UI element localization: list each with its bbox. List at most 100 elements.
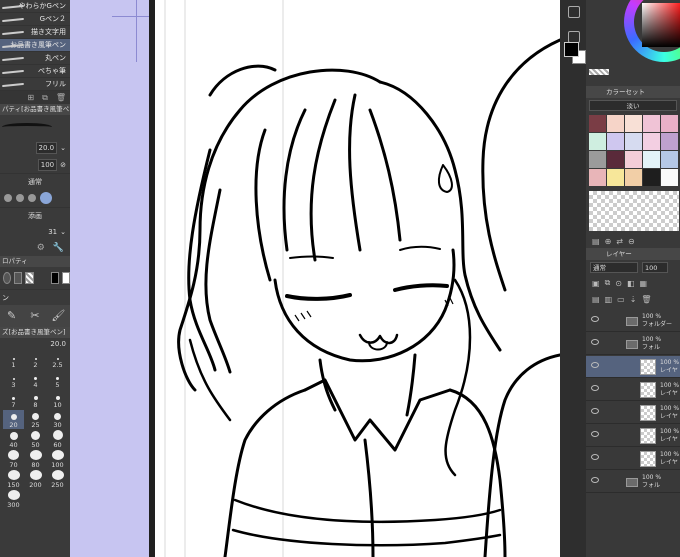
layer-row[interactable]: 100 % レイヤ bbox=[586, 425, 680, 447]
eye-icon[interactable] bbox=[591, 362, 599, 368]
chevron-down-icon[interactable]: ⌄ bbox=[60, 144, 66, 152]
brush-size-option[interactable]: 50 bbox=[25, 430, 46, 449]
wrench-icon[interactable]: 🔧 bbox=[53, 243, 64, 253]
brush-item[interactable]: 丸ペン bbox=[0, 52, 70, 65]
color-swatch[interactable] bbox=[607, 169, 624, 186]
layer-row[interactable]: 100 % レイヤ bbox=[586, 379, 680, 401]
color-swatch[interactable] bbox=[625, 133, 642, 150]
color-swatch[interactable] bbox=[625, 169, 642, 186]
brush-item[interactable]: フリル bbox=[0, 78, 70, 91]
color-swatch[interactable] bbox=[661, 133, 678, 150]
brush-icon[interactable]: 🖌 bbox=[51, 309, 65, 323]
eye-icon[interactable] bbox=[591, 385, 599, 391]
brush-size-option[interactable]: 40 bbox=[3, 430, 24, 449]
blend-mode-select[interactable]: 通常 bbox=[0, 173, 70, 189]
brush-size-option[interactable]: 30 bbox=[47, 410, 68, 429]
delete-color-icon[interactable]: ⊖ bbox=[628, 237, 635, 246]
empty-swatch-area[interactable] bbox=[589, 191, 679, 231]
square-icon[interactable] bbox=[14, 272, 23, 284]
brush-item[interactable]: ぺちゃ筆 bbox=[0, 65, 70, 78]
brush-size-option[interactable]: 2.5 bbox=[47, 350, 68, 369]
color-swatch[interactable] bbox=[661, 169, 678, 186]
layer-row[interactable]: 100 % レイヤ bbox=[586, 356, 680, 378]
eye-icon[interactable] bbox=[591, 431, 599, 437]
lock-icon[interactable]: ▣ bbox=[592, 279, 600, 288]
eye-icon[interactable] bbox=[591, 316, 599, 322]
layer-opacity[interactable]: 100 bbox=[642, 261, 668, 273]
brush-size-option[interactable]: 150 bbox=[3, 470, 24, 489]
opacity-input[interactable]: 100 bbox=[37, 158, 58, 171]
vector-layer-icon[interactable]: ▥ bbox=[605, 295, 613, 304]
add-color-icon[interactable]: ⊕ bbox=[605, 237, 612, 246]
layer-row[interactable]: 100 % レイヤ bbox=[586, 402, 680, 424]
brush-size-option[interactable]: 4 bbox=[25, 370, 46, 389]
color-swatch[interactable] bbox=[643, 151, 660, 168]
brush-size-input[interactable]: 20.0 bbox=[35, 141, 58, 154]
eye-icon[interactable] bbox=[591, 339, 599, 345]
brush-size-option[interactable]: 20 bbox=[3, 410, 24, 429]
eye-icon[interactable] bbox=[591, 408, 599, 414]
layer-folder-row[interactable]: 100 % フォル bbox=[586, 333, 680, 355]
color-swatch[interactable] bbox=[607, 151, 624, 168]
brush-size-option[interactable]: 100 bbox=[47, 450, 68, 469]
merge-icon[interactable]: ⇣ bbox=[630, 295, 637, 304]
layer-folder-row[interactable]: 100 % フォル bbox=[586, 471, 680, 493]
brush-size-option[interactable]: 300 bbox=[3, 490, 24, 509]
main-color-swatch[interactable] bbox=[50, 272, 59, 284]
color-swatch[interactable] bbox=[625, 115, 642, 132]
color-swatch[interactable] bbox=[607, 133, 624, 150]
layer-folder-row[interactable]: 100 % フォルダー bbox=[586, 310, 680, 332]
palette-icon[interactable]: ▤ bbox=[592, 237, 600, 246]
folder-icon[interactable]: ▭ bbox=[617, 295, 625, 304]
brush-size-option[interactable]: 70 bbox=[3, 450, 24, 469]
brush-size-option[interactable]: 7 bbox=[3, 390, 24, 409]
chevron-down-icon[interactable]: ⌄ bbox=[60, 228, 66, 236]
anti-alias-label[interactable]: 添画 bbox=[0, 207, 70, 223]
colorset-select[interactable]: 淡い bbox=[589, 100, 677, 111]
brush-size-option[interactable]: 1 bbox=[3, 350, 24, 369]
delete-layer-icon[interactable]: 🗑 bbox=[641, 295, 651, 304]
brush-size-option[interactable]: 3 bbox=[3, 370, 24, 389]
duplicate-brush-icon[interactable]: ⧉ bbox=[42, 93, 48, 103]
brush-size-option[interactable]: 200 bbox=[25, 470, 46, 489]
drawing-canvas[interactable] bbox=[155, 0, 560, 557]
anti-alias-medium[interactable] bbox=[28, 194, 36, 202]
brush-item-selected[interactable]: お品書き風筆ペン bbox=[0, 39, 70, 52]
anti-alias-strong[interactable] bbox=[40, 192, 52, 204]
replace-color-icon[interactable]: ⇄ bbox=[616, 237, 623, 246]
color-swatch[interactable] bbox=[643, 133, 660, 150]
brush-size-option[interactable]: 8 bbox=[25, 390, 46, 409]
color-swatch[interactable] bbox=[589, 151, 606, 168]
anti-alias-weak[interactable] bbox=[16, 194, 24, 202]
brush-size-option[interactable]: 250 bbox=[47, 470, 68, 489]
brush-size-option[interactable]: 80 bbox=[25, 450, 46, 469]
foreground-color[interactable] bbox=[564, 42, 579, 57]
layer-blend-select[interactable]: 通常 bbox=[590, 261, 638, 273]
brush-item[interactable]: 描き文字用 bbox=[0, 26, 70, 39]
brush-item[interactable]: やわらかGペン bbox=[0, 0, 70, 13]
settings-icon[interactable]: ⚙ bbox=[37, 243, 45, 253]
mask-icon[interactable]: ◧ bbox=[627, 279, 635, 288]
color-swatch[interactable] bbox=[607, 115, 624, 132]
stabilizer-value[interactable]: 31 bbox=[48, 228, 57, 236]
lock-icon[interactable]: ⊘ bbox=[60, 161, 66, 169]
sub-color-swatch[interactable] bbox=[61, 272, 71, 284]
color-swatch[interactable] bbox=[589, 133, 606, 150]
brush-size-option[interactable]: 25 bbox=[25, 410, 46, 429]
brush-size-option[interactable]: 5 bbox=[47, 370, 68, 389]
color-swatch[interactable] bbox=[643, 115, 660, 132]
color-swatch[interactable] bbox=[589, 115, 606, 132]
palette-icon[interactable]: ▦ bbox=[640, 279, 648, 288]
eye-icon[interactable] bbox=[591, 454, 599, 460]
clip-icon[interactable]: ⧉ bbox=[605, 278, 611, 288]
circle-icon[interactable] bbox=[3, 272, 12, 284]
eye-icon[interactable] bbox=[591, 477, 599, 483]
history-icon[interactable] bbox=[568, 6, 580, 18]
pen-icon[interactable]: ✎ bbox=[5, 309, 19, 323]
color-swatch[interactable] bbox=[661, 115, 678, 132]
layer-row[interactable]: 100 % レイヤ bbox=[586, 448, 680, 470]
transparent-icon[interactable] bbox=[25, 272, 34, 284]
color-swatch[interactable] bbox=[661, 151, 678, 168]
delete-brush-icon[interactable]: 🗑 bbox=[56, 93, 66, 102]
brush-size-option[interactable]: 60 bbox=[47, 430, 68, 449]
